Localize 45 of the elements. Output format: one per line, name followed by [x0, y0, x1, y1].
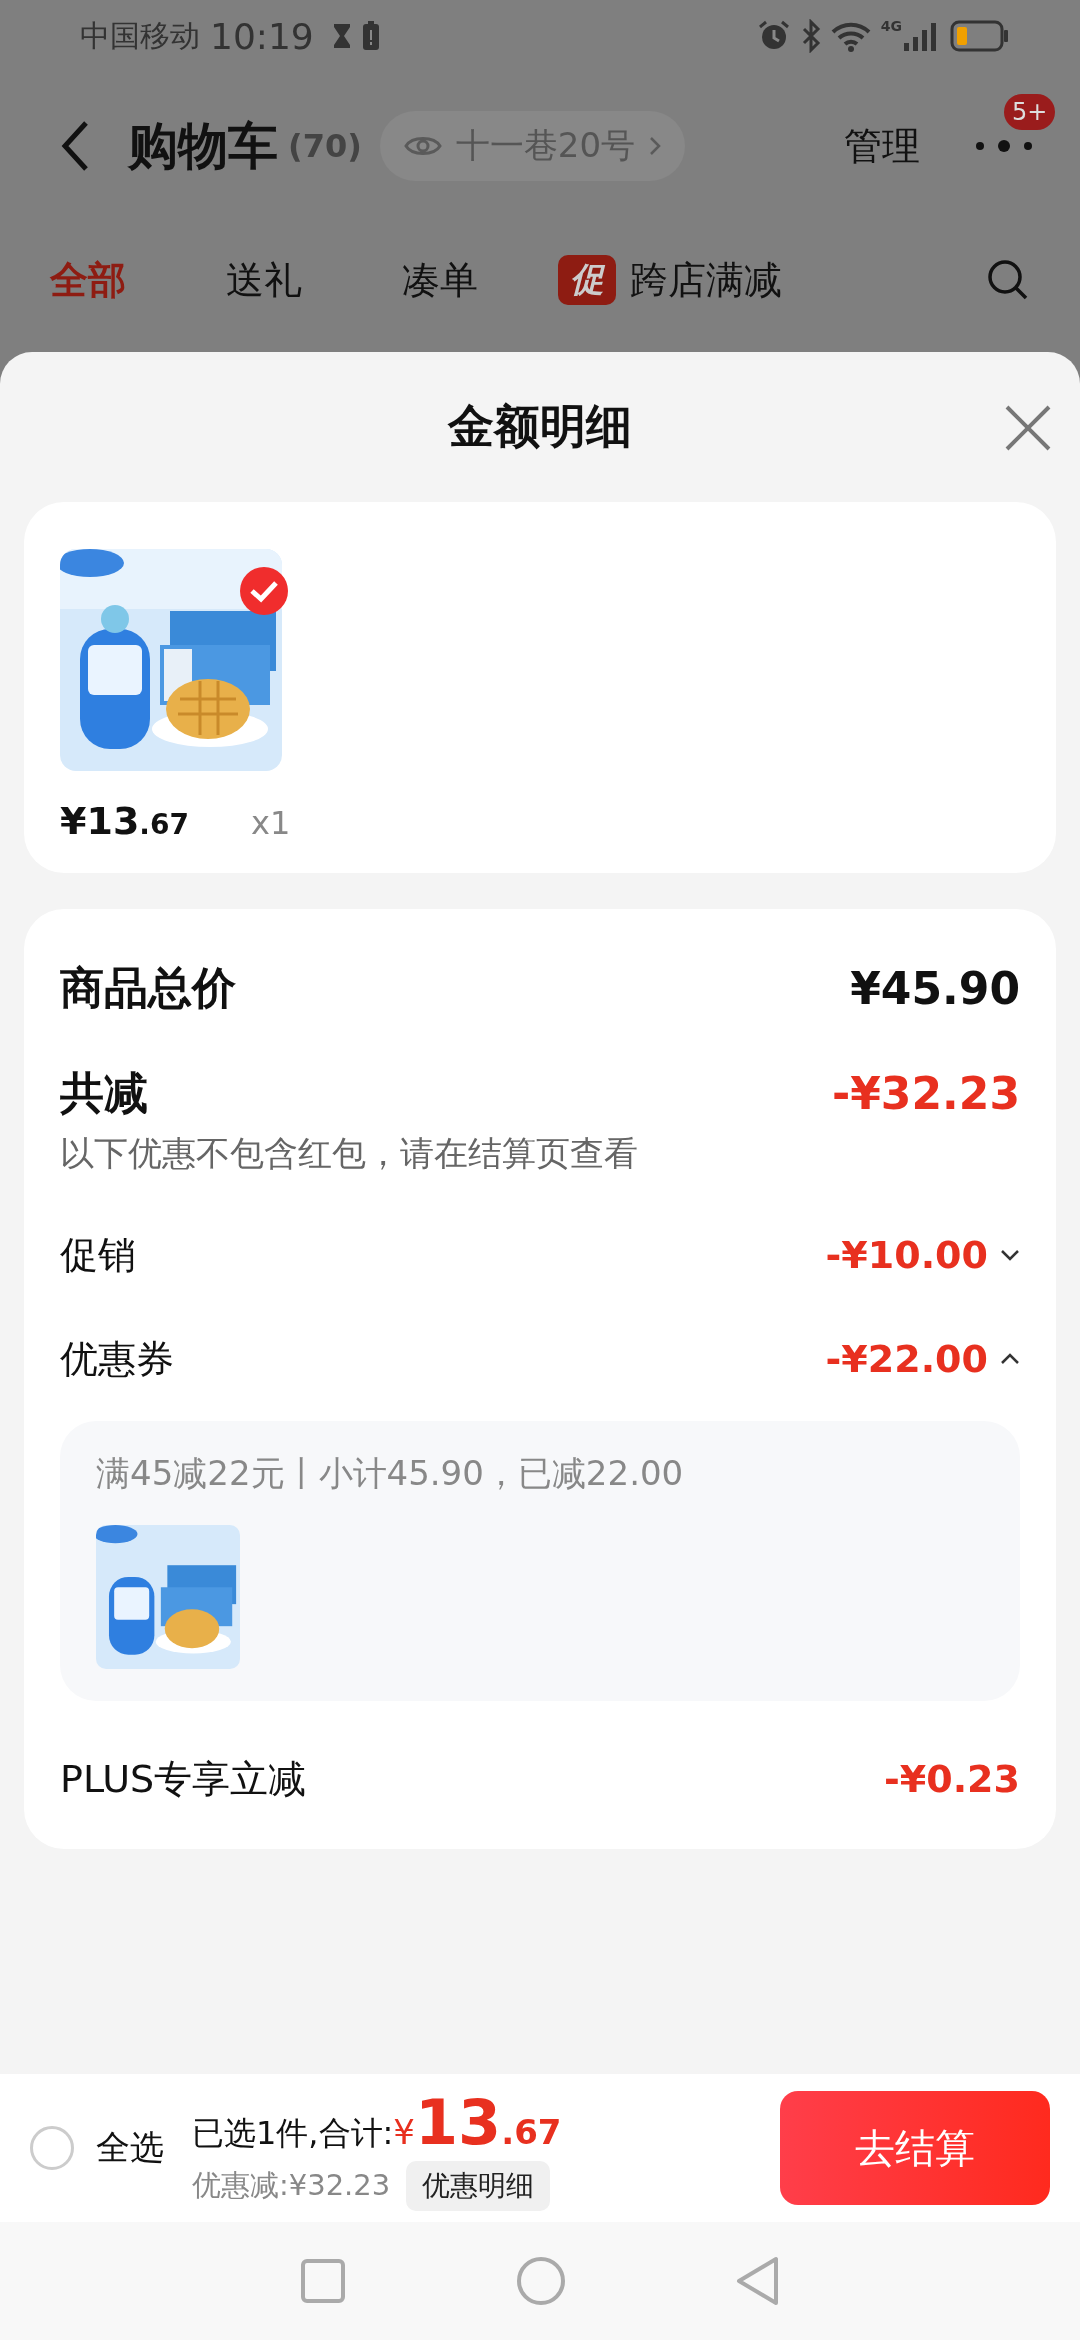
notification-badge: 5+ [1004, 94, 1056, 130]
close-icon[interactable] [1004, 404, 1052, 452]
bluetooth-icon [800, 19, 821, 53]
discount-label: 共减 [60, 1066, 148, 1120]
discount-amount: -¥10.00 [825, 1233, 988, 1277]
discount-value: -¥32.23 [831, 1068, 1020, 1119]
total-value: ¥45.90 [850, 963, 1020, 1014]
clock: 10:19 [210, 15, 314, 57]
carrier-name: 中国移动 [80, 16, 200, 55]
item-quantity: x1 [250, 804, 291, 842]
discount-amount: -¥22.00 [825, 1337, 988, 1381]
battery-icon [950, 20, 1010, 52]
search-icon[interactable] [986, 258, 1030, 302]
sheet-title: 金额明细 [448, 398, 632, 455]
selected-summary: 已选1件,合计: [192, 2112, 394, 2154]
manage-button[interactable]: 管理 [844, 120, 920, 172]
cart-count: (70) [288, 127, 362, 165]
discount-details-button[interactable]: 优惠明细 [406, 2160, 551, 2211]
category-tab[interactable]: 凑单 [402, 254, 478, 306]
total-amount: ¥13.67 [393, 2085, 562, 2159]
total-label: 商品总价 [60, 961, 236, 1015]
promo-tag: 促 [558, 255, 616, 305]
chevron-right-icon [649, 136, 662, 156]
discount-note: 以下优惠不包含红包，请在结算页查看 [60, 1132, 639, 1175]
back-icon[interactable] [60, 120, 90, 172]
discount-label: 促销 [60, 1231, 136, 1279]
hourglass-icon [331, 22, 352, 50]
discount-label: 优惠券 [60, 1335, 174, 1383]
select-all-label[interactable]: 全选 [96, 2125, 164, 2171]
battery-alert-icon [361, 21, 380, 51]
checkout-button[interactable]: 去结算 [780, 2091, 1050, 2205]
saving-text: 优惠减:¥32.23 [192, 2166, 391, 2204]
select-all-radio[interactable] [30, 2126, 74, 2170]
page-title: 购物车 [128, 115, 278, 177]
category-tab[interactable]: 促 跨店满减 [558, 254, 782, 306]
coupon-summary: 满45减22元丨小计45.90，已减22.00 [96, 1452, 685, 1495]
more-icon[interactable] [974, 138, 1034, 154]
chevron-down-icon[interactable] [1000, 1249, 1020, 1261]
network-type: 4G [880, 18, 902, 34]
item-price: ¥13.67 [60, 799, 189, 843]
wifi-icon [830, 20, 871, 52]
chevron-up-icon[interactable] [1000, 1353, 1020, 1365]
discount-label: PLUS专享立减 [60, 1755, 307, 1803]
discount-amount: -¥0.23 [884, 1757, 1020, 1801]
category-tab[interactable]: 送礼 [226, 254, 302, 306]
